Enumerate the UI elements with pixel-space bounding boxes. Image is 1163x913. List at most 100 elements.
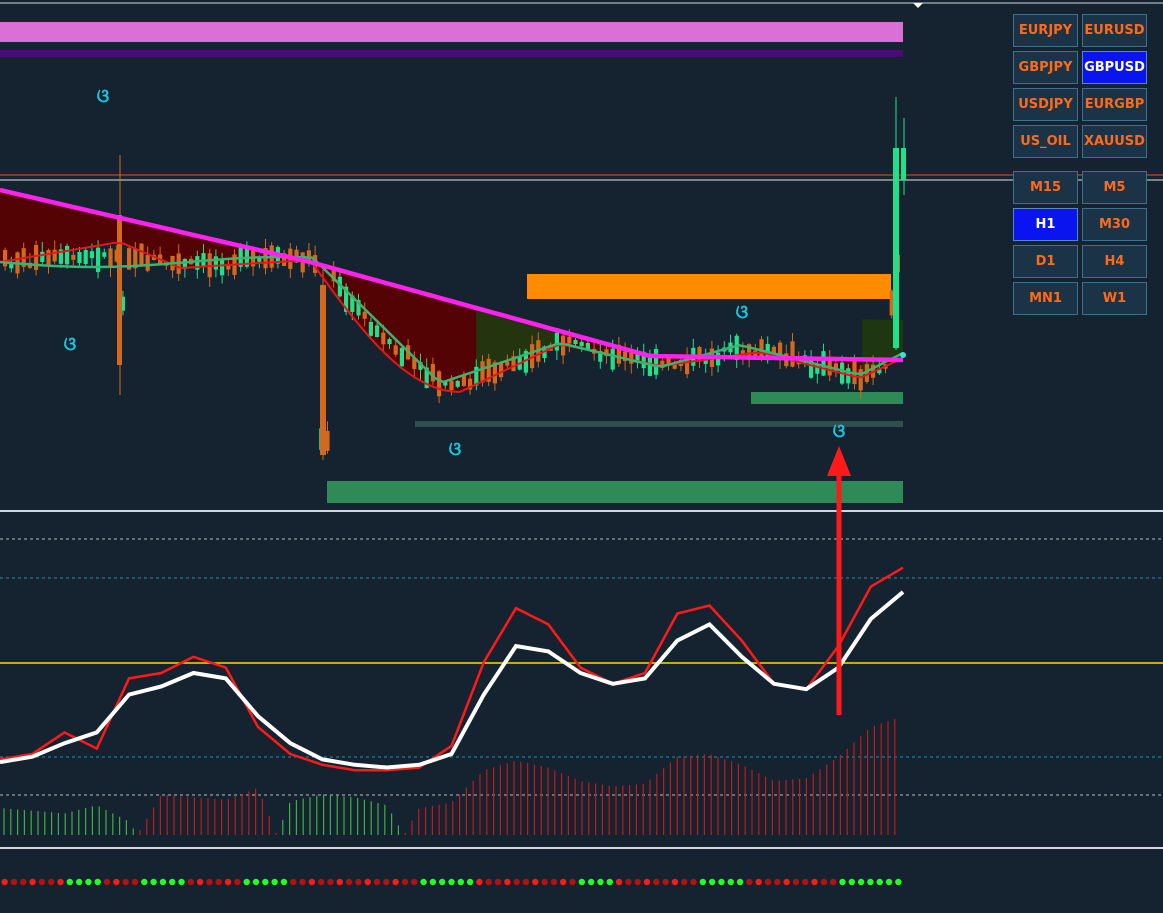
timeframe-button-h1[interactable]: H1 bbox=[1013, 208, 1078, 241]
signal-dot bbox=[513, 878, 520, 886]
oscillator-layer bbox=[0, 538, 1163, 835]
signal-dot bbox=[643, 878, 651, 886]
signal-dot bbox=[504, 878, 511, 886]
candle-body bbox=[437, 371, 442, 397]
timeframe-button-d1[interactable]: D1 bbox=[1013, 245, 1078, 278]
signal-dot bbox=[727, 878, 734, 886]
signal-dot bbox=[532, 878, 539, 886]
signal-dot bbox=[10, 878, 18, 886]
timeframe-button-mn1[interactable]: MN1 bbox=[1013, 282, 1078, 315]
signal-dot bbox=[792, 878, 800, 886]
timeframe-button-m5[interactable]: M5 bbox=[1082, 171, 1147, 204]
candle-body bbox=[34, 244, 39, 270]
signal-dot bbox=[131, 878, 139, 886]
signal-dot bbox=[857, 878, 865, 886]
signal-dot bbox=[29, 878, 36, 886]
signal-dot bbox=[681, 878, 688, 886]
candle-body bbox=[40, 251, 45, 262]
candle-body bbox=[455, 380, 460, 387]
signal-dot bbox=[85, 878, 92, 886]
signal-dot bbox=[336, 878, 343, 886]
candle-body bbox=[3, 249, 8, 267]
ma-end-dot bbox=[900, 352, 906, 358]
signal-dot bbox=[466, 878, 474, 886]
signal-dot bbox=[429, 878, 437, 886]
signal-dot bbox=[38, 878, 46, 886]
signal-dot bbox=[448, 878, 455, 886]
candle-body bbox=[381, 332, 386, 345]
candle-body bbox=[893, 148, 899, 348]
signal-dot bbox=[876, 878, 883, 886]
signal-dot bbox=[699, 878, 707, 886]
candle-body bbox=[52, 249, 57, 262]
timeframe-button-w1[interactable]: W1 bbox=[1082, 282, 1147, 315]
signal-dot bbox=[829, 878, 837, 886]
candle-body bbox=[89, 251, 94, 259]
symbol-button-gbpusd[interactable]: GBPUSD bbox=[1082, 51, 1147, 84]
signal-dot bbox=[569, 878, 576, 886]
signal-dot bbox=[252, 878, 260, 886]
symbol-button-xauusd[interactable]: XAUUSD bbox=[1082, 125, 1147, 158]
signal-dot bbox=[736, 878, 744, 886]
trading-chart-screen: ଓ ଓ ଓ ଓ ଓ EURJPY EURUSD GBPJPY GBPUSD USDJPY EURG… bbox=[0, 0, 1163, 913]
signal-dot bbox=[606, 878, 613, 886]
symbol-button-us-oil[interactable]: US_OIL bbox=[1013, 125, 1078, 158]
signal-dot bbox=[243, 878, 250, 886]
signal-dot bbox=[783, 878, 790, 886]
signal-dot bbox=[401, 878, 409, 886]
signal-dot bbox=[94, 878, 101, 886]
candle-body bbox=[46, 250, 51, 267]
signal-dot bbox=[75, 878, 83, 886]
signal-dot bbox=[290, 878, 297, 886]
symbol-button-eurusd[interactable]: EURUSD bbox=[1082, 14, 1147, 47]
symbol-button-gbpjpy[interactable]: GBPJPY bbox=[1013, 51, 1078, 84]
signal-dot bbox=[20, 878, 27, 886]
signal-dot bbox=[615, 878, 623, 886]
signal-dot bbox=[150, 878, 157, 886]
symbol-button-eurjpy[interactable]: EURJPY bbox=[1013, 14, 1078, 47]
candle-body bbox=[480, 361, 485, 383]
timeframe-button-h4[interactable]: H4 bbox=[1082, 245, 1147, 278]
signal-dot bbox=[578, 878, 586, 886]
symbol-button-eurgbp[interactable]: EURGBP bbox=[1082, 88, 1147, 121]
candle-body bbox=[654, 348, 659, 375]
signal-dot bbox=[262, 878, 269, 886]
signal-label-2: ଓ bbox=[64, 334, 77, 355]
price-chart[interactable]: ଓ ଓ ଓ ଓ ଓ bbox=[0, 0, 1163, 913]
signal-dot bbox=[299, 878, 306, 886]
signal-dot bbox=[764, 878, 772, 886]
timeframe-button-m15[interactable]: M15 bbox=[1013, 171, 1078, 204]
candle-body bbox=[362, 311, 367, 319]
signal-dot bbox=[708, 878, 716, 886]
candle-body bbox=[790, 341, 795, 367]
signal-dot bbox=[169, 878, 176, 886]
signals-layer: ଓ ଓ ଓ ଓ ଓ bbox=[64, 86, 846, 460]
signal-dot bbox=[718, 878, 725, 886]
signal-dot bbox=[48, 878, 55, 886]
signal-dot bbox=[662, 878, 669, 886]
signal-dot bbox=[522, 878, 530, 886]
candle-body bbox=[77, 252, 82, 264]
candle-body bbox=[387, 338, 392, 345]
signal-dot bbox=[476, 878, 483, 886]
support-zone-small bbox=[751, 392, 903, 404]
signal-dot bbox=[848, 878, 855, 886]
signal-dot bbox=[839, 878, 846, 886]
candle-body bbox=[375, 325, 380, 338]
shift-marker bbox=[913, 3, 923, 8]
timeframe-button-m30[interactable]: M30 bbox=[1082, 208, 1147, 241]
candle-body bbox=[83, 250, 88, 264]
signal-dot bbox=[271, 878, 278, 886]
support-line-zone bbox=[415, 421, 903, 427]
candle-body bbox=[325, 430, 330, 451]
signal-dot bbox=[820, 878, 828, 886]
candle-body bbox=[139, 243, 144, 266]
signal-dot bbox=[457, 878, 465, 886]
candle-body bbox=[220, 259, 225, 276]
signal-dot bbox=[587, 878, 595, 886]
symbol-button-usdjpy[interactable]: USDJPY bbox=[1013, 88, 1078, 121]
signal-dot bbox=[867, 878, 874, 886]
signal-dot bbox=[438, 878, 446, 886]
top-zone-purple bbox=[0, 50, 903, 57]
signal-dot bbox=[364, 878, 371, 886]
